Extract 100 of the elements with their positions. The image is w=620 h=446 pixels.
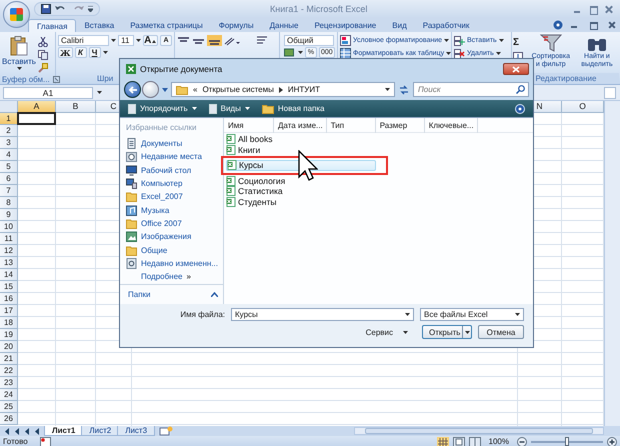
row-header[interactable]: 10 bbox=[0, 221, 18, 233]
italic-button[interactable]: К bbox=[74, 47, 86, 58]
zoom-slider-thumb[interactable] bbox=[565, 436, 569, 446]
row-header[interactable]: 9 bbox=[0, 209, 18, 221]
currency-icon[interactable] bbox=[284, 48, 296, 58]
row-header[interactable]: 23 bbox=[0, 377, 18, 389]
tools-button[interactable]: Сервис bbox=[366, 328, 408, 336]
name-box[interactable]: A1 bbox=[3, 86, 93, 98]
bold-button[interactable]: Ж bbox=[58, 47, 72, 58]
row-header[interactable]: 25 bbox=[0, 401, 18, 413]
forward-button[interactable] bbox=[142, 81, 159, 98]
page-layout-icon[interactable] bbox=[452, 436, 465, 446]
brush-icon[interactable] bbox=[38, 63, 48, 73]
grow-font-button[interactable]: A bbox=[142, 35, 158, 46]
file-name-field[interactable]: Курсы bbox=[231, 308, 414, 321]
number-format-field[interactable]: Общий bbox=[284, 35, 334, 46]
row-header[interactable]: 14 bbox=[0, 269, 18, 281]
row-header[interactable]: 15 bbox=[0, 281, 18, 293]
file-item[interactable]: Студенты bbox=[226, 196, 376, 207]
row-header[interactable]: 11 bbox=[0, 233, 18, 245]
underline-button[interactable]: Ч bbox=[88, 47, 100, 58]
vertical-scrollbar[interactable] bbox=[604, 101, 620, 426]
favorite-link[interactable]: Excel_2007 bbox=[126, 190, 221, 204]
font-name-field[interactable]: Calibri bbox=[58, 35, 110, 46]
row-header[interactable]: 3 bbox=[0, 137, 18, 149]
close-workbook-button[interactable] bbox=[607, 20, 617, 30]
more-link[interactable]: Подробнее bbox=[141, 272, 182, 282]
row-header[interactable]: 16 bbox=[0, 293, 18, 305]
column-header[interactable]: Тип bbox=[326, 118, 376, 133]
help-icon[interactable] bbox=[553, 20, 563, 30]
page-break-icon[interactable] bbox=[468, 436, 481, 446]
favorite-link[interactable]: Недавние места bbox=[126, 150, 221, 164]
font-size-field[interactable]: 11 bbox=[118, 35, 134, 46]
zoom-in-icon[interactable] bbox=[607, 436, 617, 446]
column-header[interactable]: A bbox=[18, 101, 56, 113]
restore-workbook-button[interactable] bbox=[588, 20, 598, 30]
row-header[interactable]: 26 bbox=[0, 413, 18, 425]
favorite-link[interactable]: Недавно измененн... bbox=[126, 256, 221, 270]
address-bar[interactable]: « Открытые системы ИНТУИТ bbox=[171, 82, 395, 97]
ribbon-tab[interactable]: Разметка страницы bbox=[122, 19, 211, 32]
zoom-out-icon[interactable] bbox=[517, 436, 527, 446]
help-icon[interactable] bbox=[515, 104, 525, 114]
normal-view-icon[interactable] bbox=[436, 436, 449, 446]
ribbon-tab[interactable]: Рецензирование bbox=[306, 19, 384, 32]
customize-caret-icon[interactable] bbox=[88, 6, 93, 12]
file-type-dropdown[interactable]: Все файлы Excel bbox=[420, 308, 524, 321]
ribbon-tab[interactable]: Формулы bbox=[210, 19, 262, 32]
column-header[interactable]: Имя bbox=[224, 118, 274, 133]
open-button[interactable]: Открыть bbox=[422, 325, 472, 339]
ribbon-tab[interactable]: Вставка bbox=[76, 19, 122, 32]
copy-icon[interactable] bbox=[38, 50, 48, 60]
file-item[interactable]: Статистика bbox=[226, 186, 376, 197]
file-item[interactable]: Социология bbox=[226, 176, 376, 186]
favorite-link[interactable]: Office 2007 bbox=[126, 216, 221, 230]
column-header[interactable]: O bbox=[562, 101, 604, 113]
scissors-icon[interactable] bbox=[38, 37, 48, 47]
row-header[interactable]: 4 bbox=[0, 149, 18, 161]
row-header[interactable]: 5 bbox=[0, 161, 18, 173]
cancel-button[interactable]: Отмена bbox=[478, 325, 524, 339]
macro-record-icon[interactable] bbox=[40, 436, 51, 446]
row-header[interactable]: 12 bbox=[0, 245, 18, 257]
ribbon-tab[interactable]: Данные bbox=[262, 19, 306, 32]
row-header[interactable]: 21 bbox=[0, 353, 18, 365]
dialog-launcher-icon[interactable] bbox=[52, 76, 60, 82]
column-header[interactable]: Размер bbox=[376, 118, 425, 133]
text-orientation-icon[interactable] bbox=[224, 36, 240, 46]
favorite-link[interactable]: Рабочий стол bbox=[126, 164, 221, 177]
horizontal-scrollbar[interactable] bbox=[354, 427, 604, 435]
row-header[interactable]: 24 bbox=[0, 389, 18, 401]
row-header[interactable]: 7 bbox=[0, 185, 18, 197]
row-header[interactable]: 17 bbox=[0, 305, 18, 317]
favorite-link[interactable]: Общие bbox=[126, 243, 221, 257]
sheet-tab[interactable]: Лист2 bbox=[81, 426, 120, 436]
row-header[interactable]: 2 bbox=[0, 125, 18, 137]
row-header[interactable]: 20 bbox=[0, 341, 18, 353]
ribbon-tab[interactable]: Главная bbox=[28, 19, 76, 32]
sheet-tab[interactable]: Лист3 bbox=[117, 426, 156, 436]
active-cell[interactable] bbox=[17, 112, 56, 125]
row-header[interactable]: 13 bbox=[0, 257, 18, 269]
row-header[interactable]: 8 bbox=[0, 197, 18, 209]
ribbon-tab[interactable]: Вид bbox=[384, 19, 415, 32]
ribbon-tab[interactable]: Разработчик bbox=[414, 19, 478, 32]
autosum-button[interactable]: Σ bbox=[513, 36, 527, 48]
row-header[interactable]: 1 bbox=[0, 113, 18, 125]
paste-button[interactable]: Вставить bbox=[2, 35, 36, 73]
row-header[interactable]: 22 bbox=[0, 365, 18, 377]
insert-sheet-icon[interactable] bbox=[159, 426, 174, 436]
wrap-text-icon[interactable] bbox=[256, 35, 268, 46]
align-bottom-icon[interactable] bbox=[207, 35, 222, 46]
dialog-close-button[interactable] bbox=[503, 63, 529, 75]
favorite-link[interactable]: Компьютер bbox=[126, 176, 221, 190]
row-header[interactable]: 18 bbox=[0, 317, 18, 329]
save-icon[interactable] bbox=[41, 4, 51, 14]
column-header[interactable]: Ключевые... bbox=[424, 118, 478, 133]
column-header[interactable]: Дата изме... bbox=[274, 118, 327, 133]
search-field[interactable]: Поиск bbox=[413, 82, 529, 97]
toolbar-button[interactable]: Новая папка bbox=[262, 104, 328, 114]
back-button[interactable] bbox=[124, 81, 141, 98]
row-header[interactable]: 6 bbox=[0, 173, 18, 185]
favorite-link[interactable]: Музыка bbox=[126, 203, 221, 217]
